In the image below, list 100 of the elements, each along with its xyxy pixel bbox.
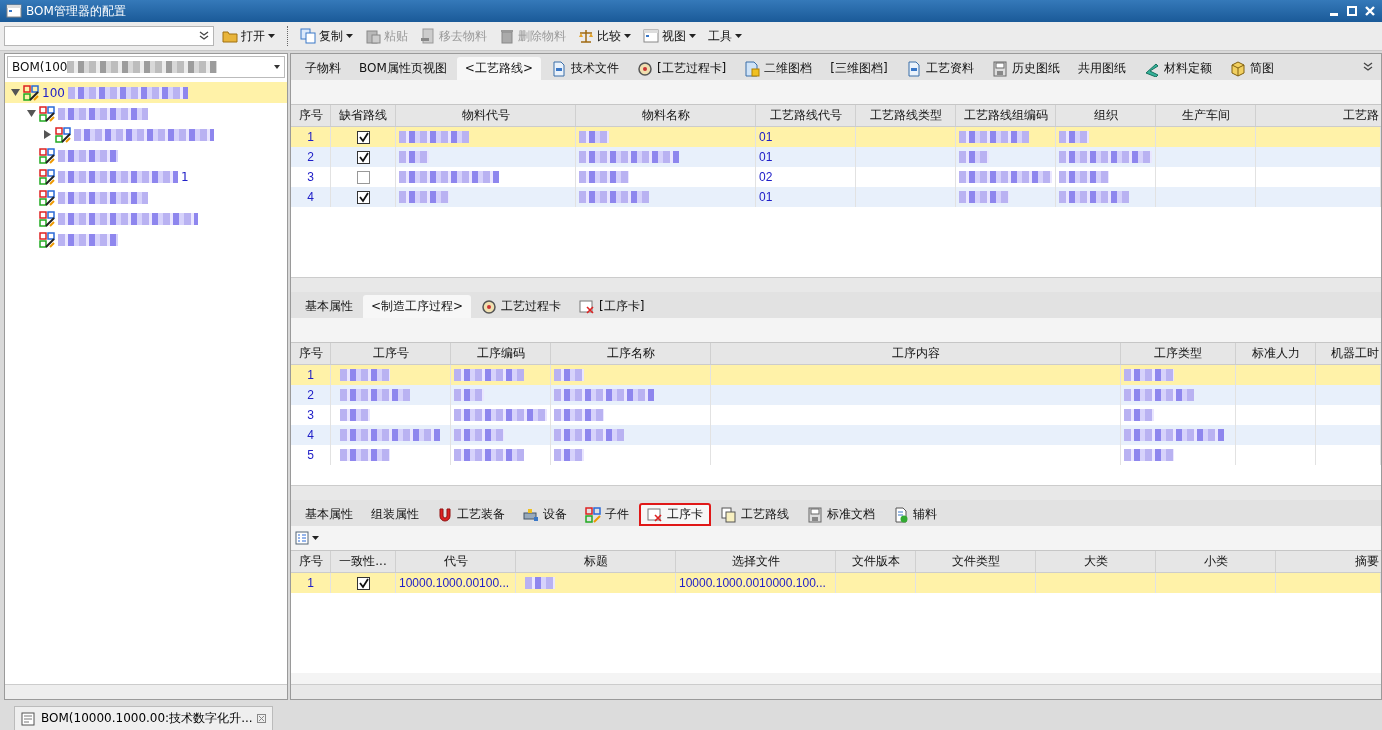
column-header[interactable]: 一致性... xyxy=(331,551,396,572)
checkbox[interactable] xyxy=(356,150,370,164)
tab[interactable]: 共用图纸 xyxy=(1069,57,1134,80)
column-header[interactable]: 工序内容 xyxy=(711,343,1121,364)
scrollbar[interactable] xyxy=(5,684,287,699)
obscured-text xyxy=(959,151,989,163)
double-chevron-icon[interactable] xyxy=(1363,62,1373,72)
scrollbar[interactable] xyxy=(291,684,1381,699)
tab[interactable]: [工艺过程卡] xyxy=(628,57,735,80)
column-header[interactable]: 物料名称 xyxy=(576,105,756,126)
obscured-text xyxy=(579,191,649,203)
column-header[interactable]: 序号 xyxy=(291,105,331,126)
expanded-arrow-icon[interactable] xyxy=(27,109,36,118)
expanded-arrow-icon[interactable] xyxy=(11,88,20,97)
column-header[interactable]: 工艺路线组编码 xyxy=(956,105,1056,126)
tab[interactable]: 辅料 xyxy=(885,503,945,526)
column-header[interactable]: 选择文件 xyxy=(676,551,836,572)
column-header[interactable]: 工序名称 xyxy=(551,343,711,364)
tab[interactable]: 子物料 xyxy=(297,57,349,80)
column-header[interactable]: 工序号 xyxy=(331,343,451,364)
table-row[interactable]: 1 01 xyxy=(291,127,1381,147)
clipboard-icon xyxy=(365,28,381,44)
tab[interactable]: <工艺路线> xyxy=(456,57,541,80)
trash-icon xyxy=(499,28,515,44)
column-header[interactable]: 摘要 xyxy=(1276,551,1381,572)
table-row[interactable]: 2 xyxy=(291,385,1381,405)
list-view-button[interactable] xyxy=(295,530,319,546)
tab[interactable]: 工艺路线 xyxy=(713,503,797,526)
tab[interactable]: 子件 xyxy=(577,503,637,526)
table-row[interactable]: 4 xyxy=(291,425,1381,445)
tab[interactable]: <制造工序过程> xyxy=(363,295,472,318)
list-icon xyxy=(295,530,311,546)
column-header[interactable]: 序号 xyxy=(291,343,331,364)
scrollbar[interactable] xyxy=(291,277,1381,292)
tab[interactable]: 材料定额 xyxy=(1135,57,1220,80)
bom-selector[interactable]: BOM(100 xyxy=(7,56,285,78)
tree-item[interactable]: 100 xyxy=(5,82,287,103)
tab[interactable]: 组装属性 xyxy=(363,503,427,526)
column-header[interactable]: 物料代号 xyxy=(396,105,576,126)
obscured-text xyxy=(340,389,410,401)
collapsed-arrow-icon[interactable] xyxy=(43,130,52,139)
column-header[interactable]: 工艺路线类型 xyxy=(856,105,956,126)
obscured-text xyxy=(1124,449,1174,461)
toolbar-button[interactable]: 视图 xyxy=(639,25,700,47)
column-header[interactable]: 工序编码 xyxy=(451,343,551,364)
tab[interactable]: 基本属性 xyxy=(297,503,361,526)
checkbox[interactable] xyxy=(356,190,370,204)
folder-icon xyxy=(222,28,238,44)
column-header[interactable]: 小类 xyxy=(1156,551,1276,572)
tab[interactable]: 简图 xyxy=(1221,57,1282,80)
close-icon[interactable] xyxy=(256,714,266,723)
document-icon xyxy=(893,506,909,523)
column-header[interactable]: 工艺路 xyxy=(1256,105,1381,126)
column-header[interactable]: 代号 xyxy=(396,551,516,572)
table-row[interactable]: 4 01 xyxy=(291,187,1381,207)
tab[interactable]: 工艺装备 xyxy=(429,503,513,526)
checkbox[interactable] xyxy=(356,130,370,144)
column-header[interactable]: 序号 xyxy=(291,551,331,572)
card-icon xyxy=(647,506,663,523)
column-header[interactable]: 缺省路线 xyxy=(331,105,396,126)
column-header[interactable]: 标题 xyxy=(516,551,676,572)
column-header[interactable]: 机器工时 xyxy=(1316,343,1381,364)
tab[interactable]: BOM属性页视图 xyxy=(351,57,455,80)
tab[interactable]: 历史图纸 xyxy=(983,57,1068,80)
table-row[interactable]: 2 01 xyxy=(291,147,1381,167)
column-header[interactable]: 工序类型 xyxy=(1121,343,1236,364)
checkbox[interactable] xyxy=(356,576,370,590)
table-row[interactable]: 5 xyxy=(291,445,1381,465)
document-tab[interactable]: BOM(10000.1000.00:技术数字化升... xyxy=(14,706,273,730)
document-icon xyxy=(744,60,761,77)
toolbar-button[interactable]: 工具 xyxy=(704,25,746,47)
toolbar-button[interactable]: 打开 xyxy=(218,25,279,47)
tab[interactable]: 工艺过程卡 xyxy=(473,295,570,318)
tab[interactable]: [三维图档] xyxy=(822,57,896,80)
table-cell: 4 xyxy=(307,428,314,442)
toolbar-button[interactable]: 复制 xyxy=(296,25,357,47)
tab[interactable]: 设备 xyxy=(515,503,575,526)
table-row[interactable]: 1 xyxy=(291,365,1381,385)
search-combo[interactable] xyxy=(4,26,214,46)
column-header[interactable]: 工艺路线代号 xyxy=(756,105,856,126)
obscured-text xyxy=(454,389,484,401)
tab[interactable]: 基本属性 xyxy=(297,295,361,318)
column-header[interactable]: 生产车间 xyxy=(1156,105,1256,126)
column-header[interactable]: 标准人力 xyxy=(1236,343,1316,364)
tab[interactable]: 技术文件 xyxy=(542,57,627,80)
column-header[interactable]: 文件类型 xyxy=(916,551,1036,572)
column-header[interactable]: 文件版本 xyxy=(836,551,916,572)
tab[interactable]: 工艺资料 xyxy=(897,57,982,80)
tab[interactable]: 二维图档 xyxy=(736,57,821,80)
toolbar-button[interactable]: 比较 xyxy=(574,25,635,47)
tab[interactable]: 标准文档 xyxy=(799,503,883,526)
column-header[interactable]: 组织 xyxy=(1056,105,1156,126)
tab[interactable]: 工序卡 xyxy=(639,503,711,526)
tab[interactable]: [工序卡] xyxy=(571,295,653,318)
column-header[interactable]: 大类 xyxy=(1036,551,1156,572)
table-row[interactable]: 1 10000.1000.00100... 10000.1000.0010000.100... xyxy=(291,573,1381,593)
checkbox[interactable] xyxy=(356,170,370,184)
scrollbar[interactable] xyxy=(291,485,1381,500)
maximize-icon[interactable] xyxy=(1346,5,1358,17)
tree-item[interactable]: 1 xyxy=(5,166,287,187)
